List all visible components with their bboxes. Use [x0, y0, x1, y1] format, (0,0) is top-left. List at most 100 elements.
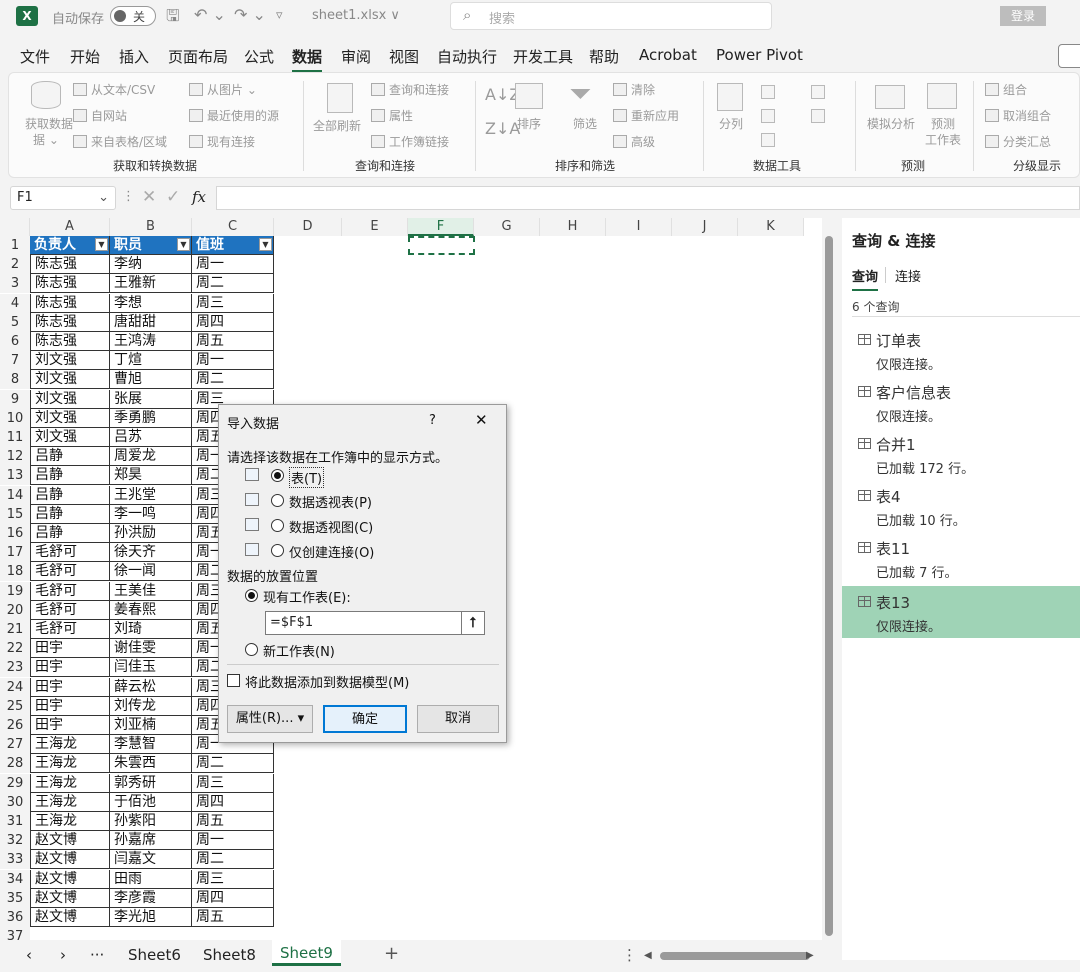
table-cell[interactable]: 王美佳 [110, 581, 192, 601]
table-cell[interactable]: 曹旭 [110, 370, 192, 390]
table-cell[interactable]: 毛舒可 [30, 620, 110, 639]
row-header[interactable]: 28 [0, 754, 30, 774]
row-header[interactable]: 31 [0, 812, 30, 831]
row-header[interactable]: 34 [0, 869, 30, 889]
row-header[interactable]: 24 [0, 677, 30, 697]
tab-view[interactable]: 视图 [389, 46, 419, 67]
get-data-dropdown[interactable]: 据 ⌄ [33, 131, 59, 148]
text-to-columns-button[interactable]: 分列 [719, 115, 743, 132]
table-cell[interactable]: 毛舒可 [30, 562, 110, 582]
column-header-k[interactable]: K [738, 218, 804, 236]
row-header[interactable]: 8 [0, 370, 30, 390]
column-header-f[interactable]: F [408, 218, 474, 236]
scroll-thumb[interactable] [825, 236, 833, 936]
tab-help[interactable]: 帮助 [589, 46, 619, 67]
row-header[interactable]: 7 [0, 351, 30, 371]
row-header[interactable]: 5 [0, 312, 30, 332]
queries-connections-button[interactable]: 查询和连接 [371, 81, 449, 98]
column-header-b[interactable]: B [110, 218, 192, 236]
query-item-merge1[interactable]: 合并1 已加载 172 行。 [842, 428, 1080, 480]
table-cell[interactable]: 刘琦 [110, 620, 192, 639]
forecast-sheet-button[interactable]: 预测 [931, 115, 955, 132]
table-cell[interactable]: 周爱龙 [110, 447, 192, 467]
tab-formulas[interactable]: 公式 [244, 46, 274, 67]
tab-power-pivot[interactable]: Power Pivot [716, 46, 803, 64]
column-header-j[interactable]: J [672, 218, 738, 236]
recent-sources-button[interactable]: 最近使用的源 [189, 107, 279, 124]
table-cell[interactable]: 王鸿涛 [110, 332, 192, 351]
table-cell[interactable]: 周二 [192, 850, 274, 870]
row-header[interactable]: 33 [0, 850, 30, 870]
table-cell[interactable]: 刘传龙 [110, 696, 192, 716]
table-cell[interactable]: 周五 [192, 812, 274, 831]
table-cell[interactable]: 李慧智 [110, 735, 192, 755]
subtotal-button[interactable]: 分类汇总 [985, 133, 1051, 150]
workbook-links-button[interactable]: 工作簿链接 [371, 133, 449, 150]
table-cell[interactable]: 陈志强 [30, 274, 110, 294]
table-cell[interactable]: 周三 [192, 293, 274, 313]
table-cell[interactable]: 吕静 [30, 524, 110, 543]
table-cell[interactable]: 谢佳雯 [110, 639, 192, 659]
vertical-scrollbar[interactable] [822, 218, 836, 940]
scroll-left-icon[interactable]: ◀ [644, 950, 652, 961]
query-item-table11[interactable]: 表11 已加载 7 行。 [842, 532, 1080, 584]
properties-button[interactable]: 属性(R)... ▾ [227, 705, 313, 733]
table-cell[interactable]: 周五 [192, 332, 274, 351]
table-header-cell[interactable]: 负责人 ▼ [30, 236, 110, 255]
row-header[interactable]: 19 [0, 581, 30, 601]
table-cell[interactable]: 周三 [192, 869, 274, 889]
scroll-right-icon[interactable]: ▶ [806, 950, 814, 961]
row-header[interactable]: 27 [0, 735, 30, 755]
radio-connection-only[interactable] [271, 544, 284, 557]
table-cell[interactable]: 李光旭 [110, 908, 192, 927]
row-header[interactable]: 9 [0, 389, 30, 409]
table-cell[interactable]: 唐甜甜 [110, 312, 192, 332]
collapse-range-icon[interactable]: ⭡ [461, 611, 485, 635]
row-header[interactable]: 29 [0, 773, 30, 793]
table-cell[interactable]: 王海龙 [30, 754, 110, 774]
advanced-button[interactable]: 高级 [613, 133, 655, 150]
option-pivot-table-label[interactable]: 数据透视表(P) [289, 492, 372, 511]
sort-button[interactable]: 排序 [517, 115, 541, 132]
sort-za-icon[interactable]: Z↓A [485, 119, 520, 138]
radio-existing-worksheet[interactable] [245, 589, 258, 602]
tab-file[interactable]: 文件 [20, 46, 50, 67]
table-cell[interactable]: 田宇 [30, 696, 110, 716]
table-cell[interactable]: 徐天齐 [110, 543, 192, 563]
table-cell[interactable]: 刘文强 [30, 389, 110, 409]
table-cell[interactable]: 徐一闻 [110, 562, 192, 582]
help-icon[interactable]: ? [429, 413, 436, 428]
column-header-i[interactable]: I [606, 218, 672, 236]
table-cell[interactable]: 赵文博 [30, 888, 110, 908]
remove-duplicates-icon[interactable] [761, 109, 775, 123]
row-header[interactable]: 14 [0, 485, 30, 505]
name-box[interactable]: F1 ⌄ [10, 186, 116, 210]
table-cell[interactable]: 郑昊 [110, 466, 192, 486]
range-input[interactable]: =$F$1 [265, 611, 485, 635]
table-cell[interactable]: 田雨 [110, 869, 192, 889]
customize-qat-icon[interactable]: ▿ [276, 8, 283, 23]
horizontal-scroll-thumb[interactable] [660, 952, 810, 960]
radio-table[interactable] [271, 469, 284, 482]
table-cell[interactable]: 刘文强 [30, 370, 110, 390]
table-cell[interactable]: 田宇 [30, 639, 110, 659]
table-header-cell[interactable]: 值班 ▼ [192, 236, 274, 255]
table-cell[interactable]: 刘文强 [30, 428, 110, 447]
cancel-button[interactable]: 取消 [417, 705, 499, 733]
tab-acrobat[interactable]: Acrobat [639, 46, 697, 64]
data-validation-icon[interactable] [761, 133, 775, 147]
table-cell[interactable]: 陈志强 [30, 255, 110, 275]
redo-icon[interactable]: ↷ ⌄ [234, 5, 266, 24]
sheet-tab-sheet9[interactable]: Sheet9 [272, 940, 341, 966]
tab-review[interactable]: 审阅 [341, 46, 371, 67]
add-to-data-model-checkbox[interactable] [227, 674, 240, 687]
close-icon[interactable]: ✕ [475, 411, 488, 429]
table-cell[interactable]: 刘文强 [30, 351, 110, 371]
table-cell[interactable]: 赵文博 [30, 908, 110, 927]
tab-automate[interactable]: 自动执行 [437, 46, 497, 67]
reapply-button[interactable]: 重新应用 [613, 107, 679, 124]
table-cell[interactable]: 朱雲西 [110, 754, 192, 774]
from-text-button[interactable]: 从文本/CSV [73, 81, 155, 98]
enter-icon[interactable]: ✓ [166, 187, 180, 207]
column-header-c[interactable]: C [192, 218, 274, 236]
